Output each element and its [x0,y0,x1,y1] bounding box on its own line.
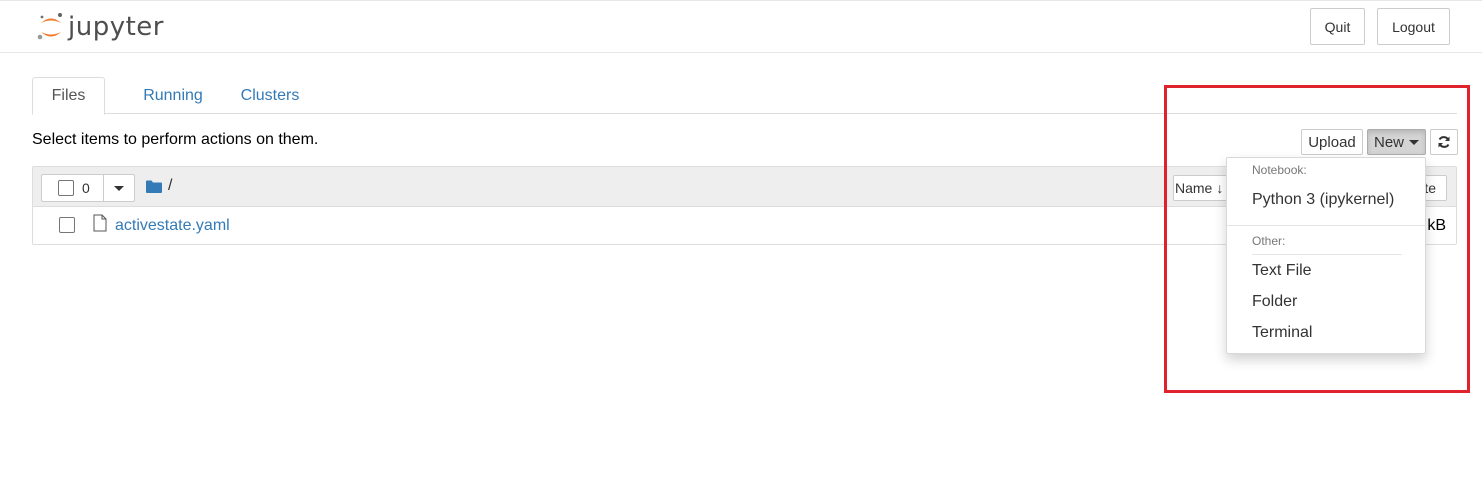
file-name-link[interactable]: activestate.yaml [115,217,230,235]
file-size: kB [1427,217,1446,234]
sort-arrow-down-icon: ↓ [1216,180,1224,196]
tab-running[interactable]: Running [118,77,228,114]
new-button[interactable]: New [1367,129,1426,155]
menu-item-terminal[interactable]: Terminal [1252,324,1312,342]
breadcrumb[interactable]: / [146,177,172,195]
new-menu: Notebook: Python 3 (ipykernel) Other: Te… [1226,157,1426,354]
upload-button[interactable]: Upload [1301,129,1363,155]
sort-name-label: Name [1175,180,1213,196]
refresh-icon [1438,136,1450,148]
selected-count: 0 [82,180,90,196]
file-icon [93,214,107,232]
row-checkbox[interactable] [59,217,75,233]
jupyter-logo-icon [37,13,62,40]
folder-icon [146,180,162,193]
select-group: 0 [41,174,135,202]
tab-clusters[interactable]: Clusters [220,77,320,114]
select-all-checkbox[interactable] [58,180,74,196]
app-name: jupyter [68,12,164,42]
logout-button[interactable]: Logout [1377,8,1450,45]
menu-divider [1227,225,1425,226]
new-button-label: New [1373,133,1404,151]
tab-bar: Files Running Clusters [32,77,1457,115]
select-all[interactable]: 0 [42,175,104,201]
menu-item-python3[interactable]: Python 3 (ipykernel) [1252,191,1394,209]
sort-date-label: te [1424,180,1436,196]
select-menu-toggle[interactable] [104,175,134,201]
menu-item-folder[interactable]: Folder [1252,293,1297,311]
notebook-header: Notebook: [1252,163,1307,177]
menu-subdivider [1252,254,1402,255]
caret-down-icon [114,185,124,191]
tab-files[interactable]: Files [32,77,105,115]
menu-item-text-file[interactable]: Text File [1252,262,1312,280]
jupyter-logo[interactable]: jupyter [36,10,164,44]
caret-down-icon [1409,139,1419,145]
other-header: Other: [1252,234,1286,248]
refresh-button[interactable] [1430,129,1458,155]
breadcrumb-root[interactable]: / [168,177,172,195]
header: jupyter Quit Logout [0,0,1482,53]
quit-button[interactable]: Quit [1310,8,1365,45]
selection-hint: Select items to perform actions on them. [32,131,319,148]
